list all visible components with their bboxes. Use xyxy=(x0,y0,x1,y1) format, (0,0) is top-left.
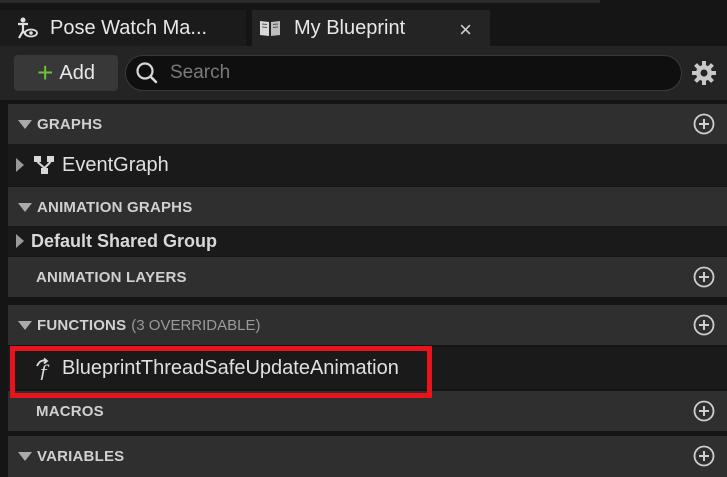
close-icon[interactable]: × xyxy=(459,17,472,43)
section-animation-graphs[interactable]: ANIMATION GRAPHS xyxy=(8,187,727,227)
tab-bar-divider xyxy=(0,0,600,3)
tab-bar: Pose Watch Ma... My Blueprint × xyxy=(0,0,727,46)
list-item-default-shared-group[interactable]: Default Shared Group xyxy=(8,226,727,256)
list-item-eventgraph[interactable]: EventGraph xyxy=(8,144,727,186)
search-input[interactable] xyxy=(168,61,681,85)
add-layer-icon[interactable] xyxy=(693,266,715,288)
tab-my-blueprint[interactable]: My Blueprint × xyxy=(252,10,490,46)
section-graphs[interactable]: GRAPHS xyxy=(8,104,727,144)
section-label: FUNCTIONS xyxy=(37,316,127,334)
search-box[interactable] xyxy=(125,55,682,91)
expand-arrow-icon[interactable] xyxy=(16,234,24,248)
highlight-box xyxy=(10,346,432,398)
collapse-arrow-icon[interactable] xyxy=(18,202,32,212)
add-graph-icon[interactable] xyxy=(693,113,715,135)
gear-icon[interactable] xyxy=(691,60,717,86)
divider xyxy=(8,297,727,305)
expand-arrow-icon[interactable] xyxy=(16,158,24,172)
tab-label: My Blueprint xyxy=(294,16,406,39)
book-icon xyxy=(260,21,280,36)
plus-icon: + xyxy=(37,57,54,88)
section-label: ANIMATION LAYERS xyxy=(36,268,187,286)
search-icon xyxy=(136,62,158,84)
section-label: GRAPHS xyxy=(37,115,103,133)
add-function-icon[interactable] xyxy=(693,314,715,336)
pose-watch-icon xyxy=(18,17,38,39)
add-macro-icon[interactable] xyxy=(693,400,715,422)
section-functions[interactable]: FUNCTIONS (3 OVERRIDABLE) xyxy=(8,305,727,345)
section-variables[interactable]: VARIABLES xyxy=(8,436,727,477)
overridable-count: (3 OVERRIDABLE) xyxy=(131,316,261,334)
add-button-label: Add xyxy=(59,61,95,84)
section-animation-layers[interactable]: ANIMATION LAYERS xyxy=(8,257,727,297)
collapse-arrow-icon[interactable] xyxy=(18,119,32,129)
my-blueprint-panel: Pose Watch Ma... My Blueprint × + Add Se… xyxy=(0,0,727,477)
tab-pose-watch[interactable]: Pose Watch Ma... xyxy=(0,10,246,46)
add-button[interactable]: + Add xyxy=(14,55,118,91)
collapse-arrow-icon[interactable] xyxy=(18,320,32,330)
collapse-arrow-icon[interactable] xyxy=(18,452,32,461)
tab-label: Pose Watch Ma... xyxy=(50,16,208,39)
item-label: EventGraph xyxy=(62,153,169,176)
add-variable-icon[interactable] xyxy=(693,445,715,467)
section-label: VARIABLES xyxy=(37,448,125,465)
event-graph-icon xyxy=(34,156,54,174)
section-label: ANIMATION GRAPHS xyxy=(37,198,193,216)
section-label: MACROS xyxy=(36,402,104,420)
group-label: Default Shared Group xyxy=(31,230,218,251)
toolbar: + Add xyxy=(0,46,727,100)
